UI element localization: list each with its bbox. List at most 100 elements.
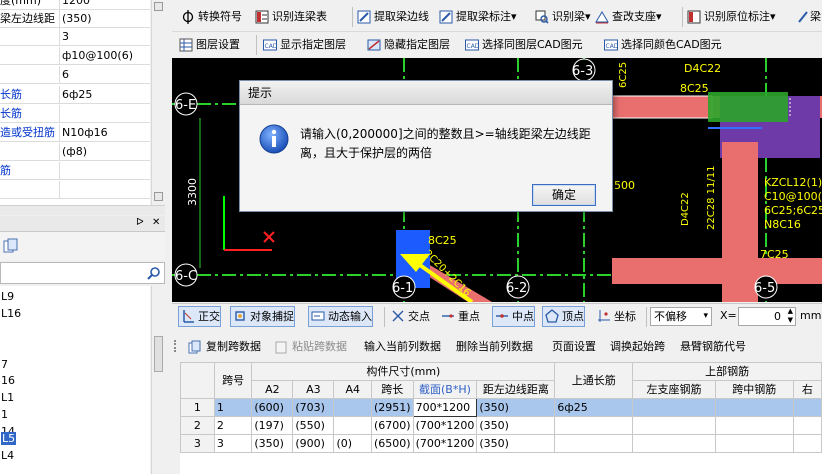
cell-span-length[interactable]: (6700)	[371, 416, 414, 435]
properties-hscrollbar[interactable]	[0, 205, 165, 215]
cantilever-code-button[interactable]: 悬臂钢筋代号	[680, 338, 746, 356]
search-icon[interactable]	[147, 266, 161, 280]
dropdown-arrow-icon[interactable]: ▾	[770, 10, 776, 23]
cell-mid-span[interactable]	[714, 398, 794, 417]
list-item[interactable]	[0, 339, 150, 356]
convert-symbol-button[interactable]: 转换符号	[180, 6, 242, 28]
property-row[interactable]: ф10@100(6)	[0, 47, 150, 65]
scroll-up-button[interactable]	[154, 2, 163, 11]
cell-span-length[interactable]: (2951)	[371, 398, 414, 417]
dropdown-arrow-icon[interactable]: ▾	[511, 10, 517, 23]
dynamic-input-toggle[interactable]: 动态输入	[308, 306, 373, 327]
properties-scrollbar[interactable]	[151, 0, 165, 205]
close-icon[interactable]: ✕	[152, 217, 160, 228]
page-setup-button[interactable]: 页面设置	[552, 338, 596, 356]
cell-mid-span[interactable]	[714, 434, 794, 453]
object-snap-toggle[interactable]: 对象捕捉	[230, 306, 295, 327]
identify-beam-table-button[interactable]: 识别连梁表	[254, 6, 327, 28]
perpendicular-toggle[interactable]: 重点	[438, 306, 481, 327]
list-item[interactable]: 1	[0, 406, 150, 423]
cell-a4[interactable]	[333, 416, 372, 435]
cell-span-length[interactable]: (6500)	[371, 434, 414, 453]
cell-top-through[interactable]: 6ф25	[554, 398, 634, 417]
cell-a3[interactable]: (550)	[292, 416, 335, 435]
delete-column-button[interactable]: 删除当前列数据	[456, 338, 533, 356]
cell-span[interactable]: 3	[213, 434, 253, 453]
cell-edge-distance[interactable]: (350)	[476, 398, 556, 417]
show-layer-button[interactable]: CAD 显示指定图层	[262, 34, 346, 56]
input-column-button[interactable]: 输入当前列数据	[364, 338, 441, 356]
paste-span-button[interactable]: 粘贴跨数据	[274, 338, 347, 356]
cell-right-support[interactable]	[792, 434, 822, 453]
copy-icon[interactable]	[3, 238, 19, 254]
cell-span[interactable]: 2	[213, 416, 253, 435]
more-tools-button[interactable]: 梁	[798, 6, 821, 28]
cell-section[interactable]: (700*1200	[412, 434, 478, 453]
cell-left-support[interactable]	[632, 434, 716, 453]
cell-span[interactable]: 1	[213, 398, 253, 417]
list-scrollbar[interactable]	[151, 286, 165, 474]
list-item[interactable]	[0, 322, 150, 339]
cell-a4[interactable]: (0)	[333, 434, 372, 453]
select-same-layer-button[interactable]: CAD 选择同图层CAD图元	[464, 34, 583, 56]
cell-right-support[interactable]	[792, 416, 822, 435]
select-same-color-button[interactable]: CAD 选择同颜色CAD图元	[603, 34, 722, 56]
pin-icon[interactable]: ᐅ	[136, 217, 144, 228]
cell-a4[interactable]	[333, 398, 372, 417]
layer-settings-button[interactable]: 图层设置	[178, 34, 240, 56]
property-row[interactable]: 3	[0, 28, 150, 46]
cell-a3[interactable]: (900)	[292, 434, 335, 453]
list-item[interactable]: L4	[0, 447, 150, 464]
cell-mid-span[interactable]	[714, 416, 794, 435]
list-item-selected[interactable]: L5	[0, 430, 150, 447]
list-item[interactable]: 7	[0, 356, 150, 373]
list-item[interactable]: L1	[0, 389, 150, 406]
cell-section-active[interactable]: 700*1200	[412, 398, 478, 417]
beam[interactable]	[612, 258, 822, 284]
table-row[interactable]: 2 2 (197) (550) (6700) (700*1200 (350)	[180, 416, 822, 435]
x-offset-input[interactable]: 0 ▲ ▼	[738, 307, 796, 326]
property-row[interactable]: (ф8)	[0, 143, 150, 161]
cell-edge-distance[interactable]: (350)	[476, 416, 556, 435]
cell-edge-distance[interactable]: (350)	[476, 434, 556, 453]
identify-beam-button[interactable]: 识别梁▾	[534, 6, 591, 28]
midpoint-toggle[interactable]: 中点	[492, 306, 535, 327]
table-row[interactable]: 1 1 (600) (703) (2951) 700*1200 (350) 6ф…	[180, 398, 822, 417]
property-row[interactable]	[0, 181, 150, 199]
offset-select[interactable]: 不偏移 ▾	[650, 307, 712, 326]
cell-top-through[interactable]	[554, 416, 634, 435]
property-row[interactable]: 长筋 6ф25	[0, 86, 150, 104]
property-row[interactable]: 长筋	[0, 105, 150, 123]
check-support-button[interactable]: 查改支座▾	[594, 6, 662, 28]
cell-a2[interactable]: (197)	[251, 416, 294, 435]
orthogonal-toggle[interactable]: 正交	[178, 306, 221, 327]
property-row[interactable]: 度(mm) 1200	[0, 0, 150, 10]
cell-left-support[interactable]	[632, 398, 716, 417]
cell-a2[interactable]: (350)	[251, 434, 294, 453]
search-input[interactable]	[0, 262, 165, 284]
coordinate-toggle[interactable]: 坐标	[594, 306, 637, 327]
dropdown-arrow-icon[interactable]: ▾	[656, 10, 662, 23]
list-item[interactable]: 16	[0, 372, 150, 389]
property-row[interactable]: 6	[0, 66, 150, 84]
spinner-icon[interactable]: ▲ ▼	[788, 307, 793, 325]
scroll-thumb[interactable]	[154, 336, 163, 372]
cell-section[interactable]: (700*1200	[412, 416, 478, 435]
cell-right-support[interactable]	[792, 398, 822, 417]
vertex-toggle[interactable]: 顶点	[542, 306, 585, 327]
dropdown-arrow-icon[interactable]: ▾	[585, 10, 591, 23]
table-row[interactable]: 3 3 (350) (900) (0) (6500) (700*1200 (35…	[180, 434, 822, 453]
chevron-down-icon[interactable]: ▾	[703, 308, 708, 325]
hide-layer-button[interactable]: 隐藏指定图层	[366, 34, 450, 56]
extract-beam-label-button[interactable]: 提取梁标注▾	[438, 6, 517, 28]
copy-span-button[interactable]: 复制跨数据	[188, 338, 261, 356]
list-item[interactable]: L16	[0, 305, 150, 322]
identify-in-situ-button[interactable]: 识别原位标注▾	[686, 6, 776, 28]
property-row[interactable]: 梁左边线距 (350)	[0, 10, 150, 28]
ok-button[interactable]: 确定	[532, 184, 596, 206]
cell-top-through[interactable]	[554, 434, 634, 453]
list-item[interactable]: L9	[0, 288, 150, 305]
property-row[interactable]: 造或受扭筋 N10ф16	[0, 124, 150, 142]
extract-beam-edge-button[interactable]: 提取梁边线	[356, 6, 429, 28]
adjust-start-span-button[interactable]: 调换起始跨	[610, 338, 665, 356]
